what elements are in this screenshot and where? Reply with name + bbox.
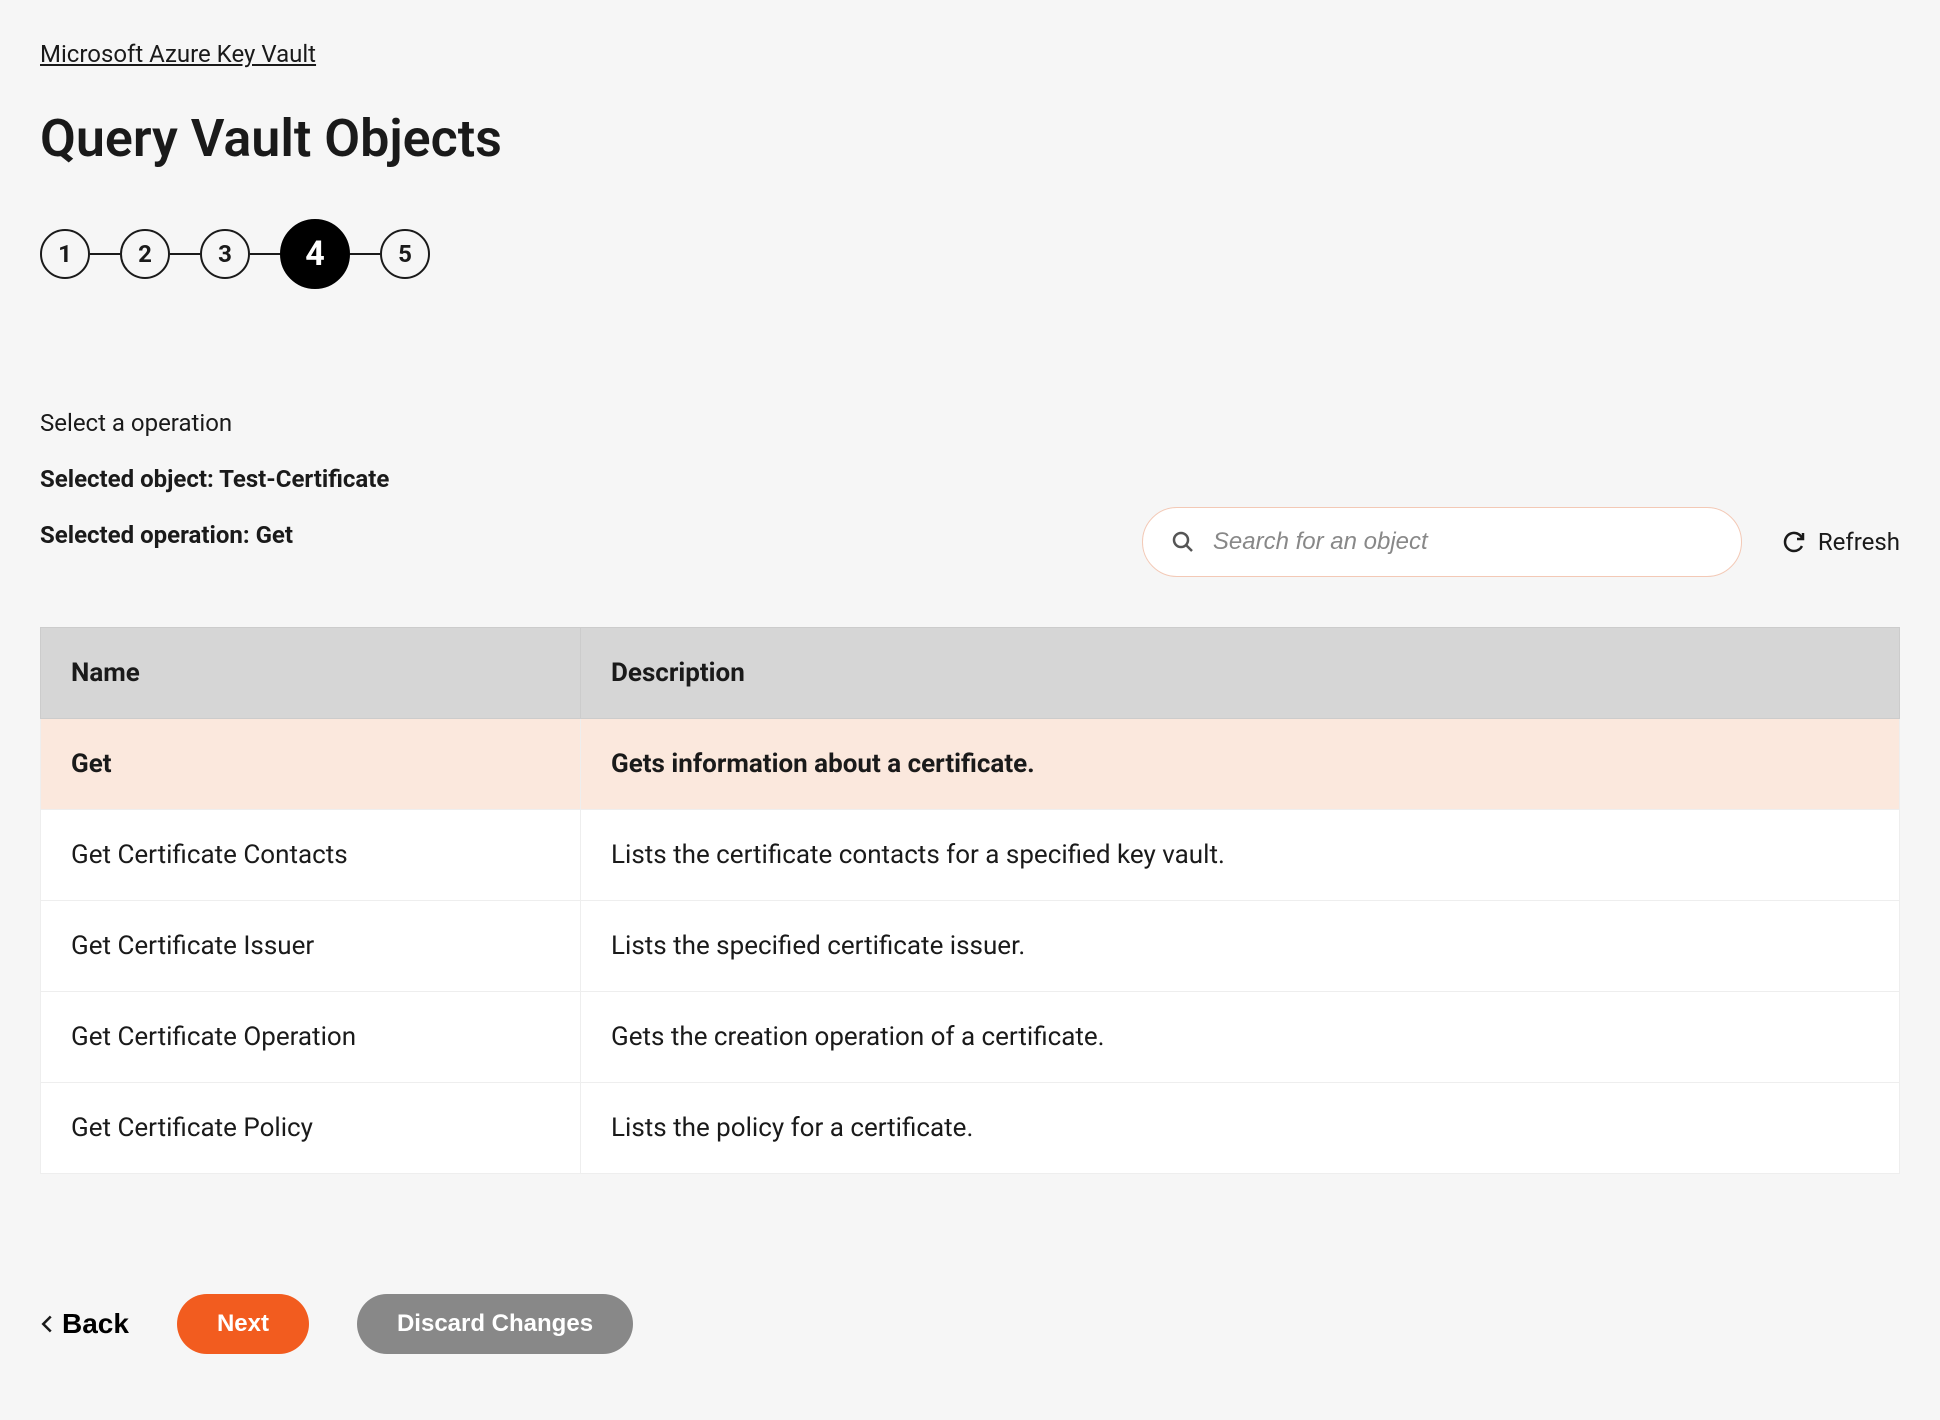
cell-name: Get Certificate Policy (41, 1083, 581, 1174)
page-title: Query Vault Objects (40, 108, 1900, 169)
search-icon (1171, 530, 1195, 554)
search-input[interactable] (1213, 528, 1713, 556)
footer-actions: Back Next Discard Changes (40, 1294, 1900, 1354)
step-1[interactable]: 1 (40, 229, 90, 279)
cell-description: Gets the creation operation of a certifi… (581, 992, 1900, 1083)
selected-object-text: Selected object: Test-Certificate (40, 465, 1900, 493)
refresh-button[interactable]: Refresh (1782, 528, 1900, 556)
col-header-description[interactable]: Description (581, 628, 1900, 719)
operations-table: Name Description GetGets information abo… (40, 627, 1900, 1174)
step-4[interactable]: 4 (280, 219, 350, 289)
step-connector (250, 253, 280, 255)
table-row[interactable]: Get Certificate OperationGets the creati… (41, 992, 1900, 1083)
table-row[interactable]: Get Certificate PolicyLists the policy f… (41, 1083, 1900, 1174)
refresh-label: Refresh (1818, 528, 1900, 556)
cell-description: Lists the certificate contacts for a spe… (581, 810, 1900, 901)
search-field-wrap[interactable] (1142, 507, 1742, 577)
toolbar: Refresh (40, 507, 1900, 577)
step-connector (350, 253, 380, 255)
cell-name: Get Certificate Contacts (41, 810, 581, 901)
step-connector (90, 253, 120, 255)
table-row[interactable]: Get Certificate IssuerLists the specifie… (41, 901, 1900, 992)
cell-description: Lists the specified certificate issuer. (581, 901, 1900, 992)
refresh-icon (1782, 530, 1806, 554)
step-3[interactable]: 3 (200, 229, 250, 279)
back-label: Back (62, 1308, 129, 1340)
table-row[interactable]: GetGets information about a certificate. (41, 719, 1900, 810)
instruction-text: Select a operation (40, 409, 1900, 437)
table-row[interactable]: Get Certificate ContactsLists the certif… (41, 810, 1900, 901)
cell-description: Gets information about a certificate. (581, 719, 1900, 810)
breadcrumb-link[interactable]: Microsoft Azure Key Vault (40, 40, 316, 68)
chevron-left-icon (40, 1314, 54, 1334)
cell-name: Get Certificate Operation (41, 992, 581, 1083)
stepper: 12345 (40, 219, 1900, 289)
step-connector (170, 253, 200, 255)
back-button[interactable]: Back (40, 1308, 129, 1340)
col-header-name[interactable]: Name (41, 628, 581, 719)
cell-name: Get (41, 719, 581, 810)
step-2[interactable]: 2 (120, 229, 170, 279)
discard-button[interactable]: Discard Changes (357, 1294, 633, 1354)
next-button[interactable]: Next (177, 1294, 309, 1354)
cell-description: Lists the policy for a certificate. (581, 1083, 1900, 1174)
step-5[interactable]: 5 (380, 229, 430, 279)
cell-name: Get Certificate Issuer (41, 901, 581, 992)
